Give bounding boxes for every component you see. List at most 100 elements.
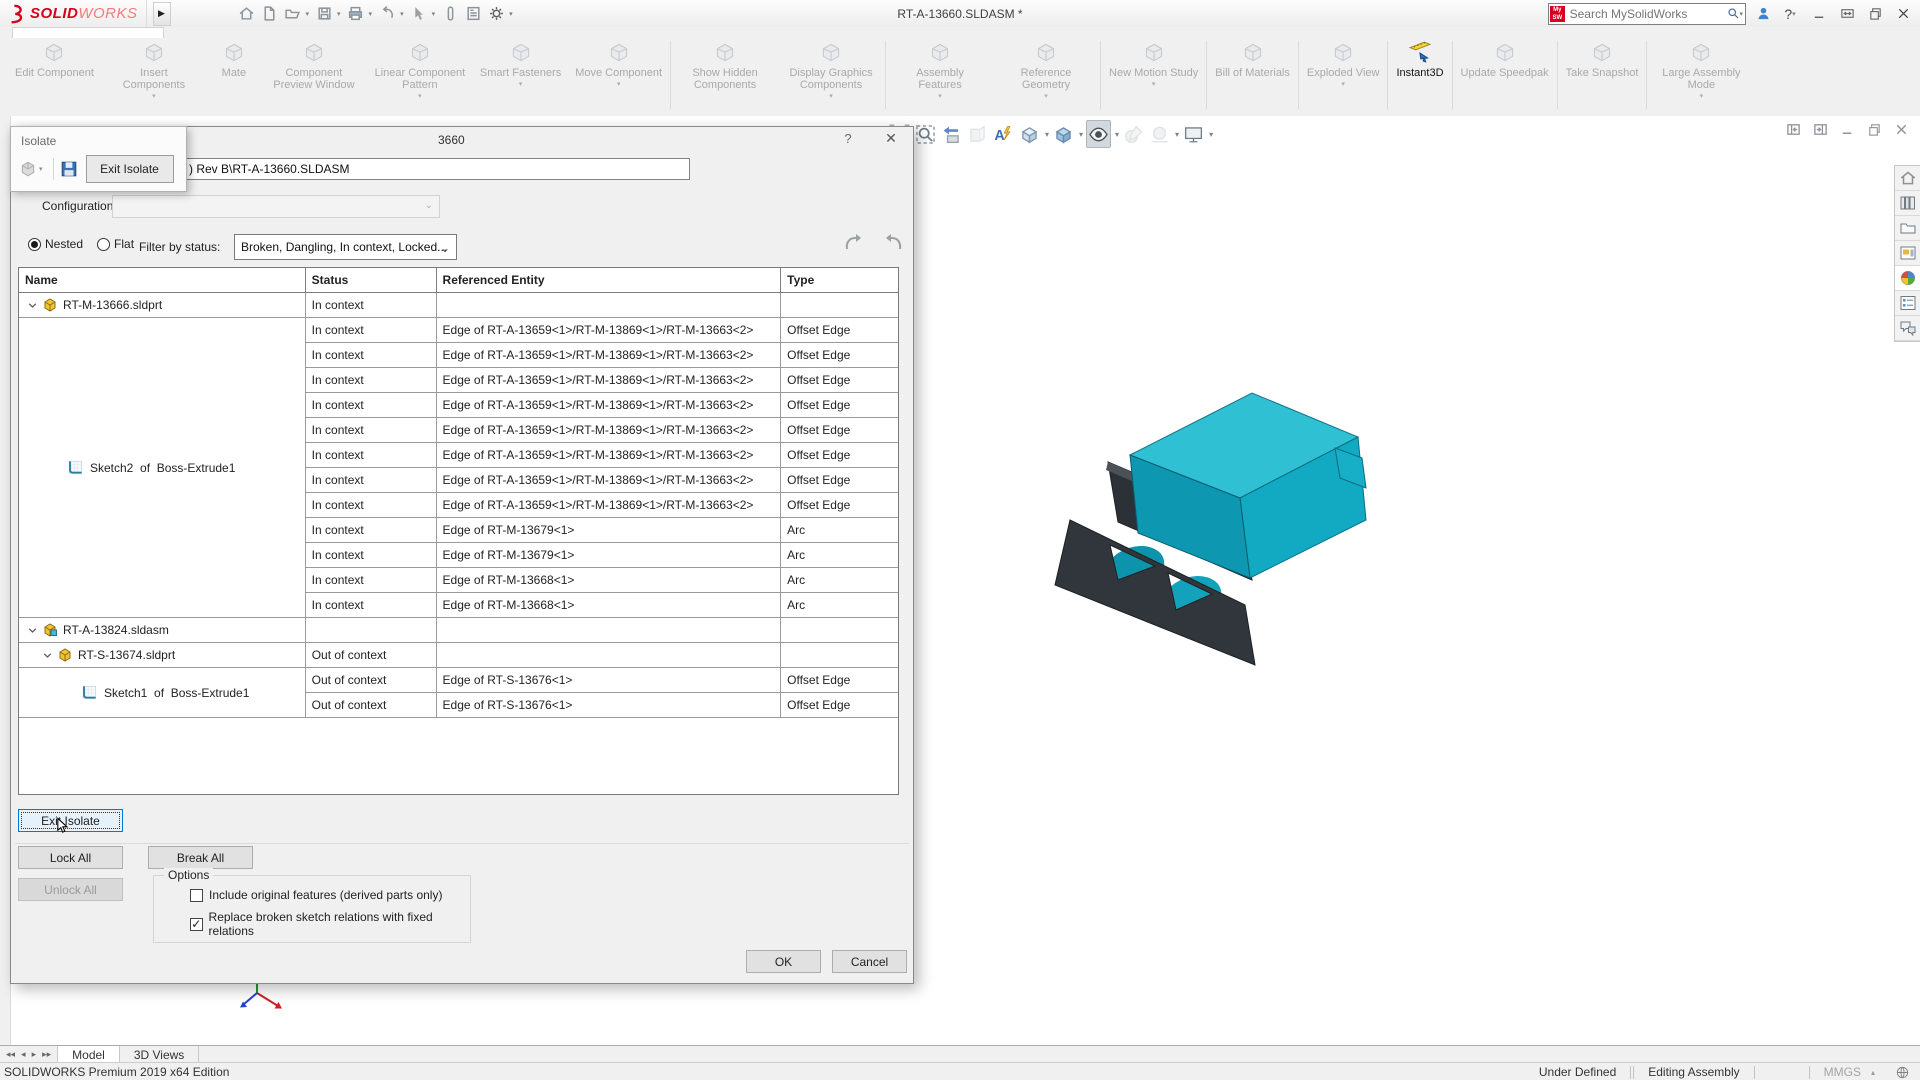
- close-button[interactable]: [1892, 3, 1914, 25]
- next-tab-icon[interactable]: ▸: [30, 1049, 39, 1060]
- task-pane-home-icon[interactable]: [1895, 166, 1920, 191]
- zoom-to-area-icon[interactable]: [914, 121, 937, 147]
- configuration-combo[interactable]: ⌄: [112, 195, 440, 218]
- view-settings-dropdown-caret[interactable]: ▾: [1209, 130, 1213, 139]
- search-box[interactable]: MySW ▾: [1548, 3, 1746, 25]
- options-gear-dropdown-caret[interactable]: ▾: [509, 10, 513, 18]
- last-tab-icon[interactable]: ▸▸: [40, 1049, 53, 1060]
- table-row[interactable]: In contextEdge of RT-A-13659<1>/RT-M-138…: [19, 493, 898, 518]
- ribbon-button-smart-fasteners[interactable]: Smart Fasteners▾: [473, 37, 568, 113]
- lock-all-button[interactable]: Lock All: [18, 846, 123, 869]
- undo-dropdown-caret[interactable]: ▾: [400, 10, 404, 18]
- ribbon-button-display-graphics-components[interactable]: Display Graphics Components▾: [778, 37, 884, 113]
- unit-system[interactable]: MMGS▴: [1810, 1063, 1889, 1080]
- options-gear-icon[interactable]: [486, 4, 506, 24]
- search-icon[interactable]: [1727, 6, 1740, 21]
- dialog-help-icon[interactable]: ?: [839, 131, 857, 146]
- search-dropdown-caret[interactable]: ▾: [1739, 10, 1743, 18]
- ribbon-button-instant3d[interactable]: Instant3D: [1389, 37, 1450, 113]
- ribbon-button-update-speedpak[interactable]: Update Speedpak: [1454, 37, 1556, 113]
- break-all-button[interactable]: Break All: [148, 846, 253, 869]
- model-3d-view[interactable]: [1040, 370, 1420, 690]
- unlock-all-button[interactable]: Unlock All: [18, 878, 123, 901]
- print-icon[interactable]: [346, 4, 366, 24]
- new-motion-study-dropdown-caret[interactable]: ▾: [1152, 80, 1156, 88]
- pane-right-icon[interactable]: [1813, 122, 1828, 140]
- first-tab-icon[interactable]: ◂◂: [4, 1049, 17, 1060]
- view-orientation-icon[interactable]: [1018, 121, 1041, 147]
- close-doc-icon[interactable]: [1894, 122, 1909, 140]
- table-row[interactable]: In contextEdge of RT-A-13659<1>/RT-M-138…: [19, 368, 898, 393]
- table-row[interactable]: RT-M-13666.sldprtIn context: [19, 293, 898, 318]
- table-row[interactable]: In contextEdge of RT-A-13659<1>/RT-M-138…: [19, 393, 898, 418]
- expand-chevron-icon[interactable]: [27, 625, 38, 636]
- tab-model[interactable]: Model: [57, 1046, 120, 1063]
- open-file-dropdown-caret[interactable]: ▾: [306, 10, 310, 18]
- select-icon[interactable]: [409, 4, 429, 24]
- minimize-doc-icon[interactable]: [1840, 122, 1855, 140]
- nested-radio[interactable]: [28, 238, 41, 251]
- print-dropdown-caret[interactable]: ▾: [369, 10, 373, 18]
- display-style-icon[interactable]: [1052, 121, 1075, 147]
- user-account-icon[interactable]: [1752, 3, 1774, 25]
- hide-show-items-icon[interactable]: [1086, 120, 1111, 148]
- include-original-features-checkbox[interactable]: [190, 889, 203, 902]
- ribbon-button-large-assembly-mode[interactable]: Large Assembly Mode▾: [1648, 37, 1754, 113]
- task-pane-forum-icon[interactable]: [1895, 316, 1920, 341]
- ribbon-button-linear-component-pattern[interactable]: Linear Component Pattern▾: [367, 37, 473, 113]
- ribbon-button-reference-geometry[interactable]: Reference Geometry▾: [993, 37, 1099, 113]
- insert-components-dropdown-caret[interactable]: ▾: [152, 92, 156, 100]
- ribbon-button-new-motion-study[interactable]: New Motion Study▾: [1102, 37, 1205, 113]
- view-settings-icon[interactable]: [1182, 121, 1205, 147]
- menu-flyout-arrow[interactable]: ▶: [153, 2, 171, 26]
- task-pane-view-palette-icon[interactable]: [1895, 241, 1920, 266]
- open-file-icon[interactable]: [283, 4, 303, 24]
- span-displays-button[interactable]: [1836, 3, 1858, 25]
- view-orientation-dropdown-caret[interactable]: ▾: [1045, 130, 1049, 139]
- ribbon-button-show-hidden-components[interactable]: Show Hidden Components: [672, 37, 778, 113]
- column-header-referenced-entity[interactable]: Referenced Entity: [437, 268, 782, 292]
- task-pane-design-library-icon[interactable]: [1895, 191, 1920, 216]
- minimize-button[interactable]: [1808, 3, 1830, 25]
- ribbon-button-take-snapshot[interactable]: Take Snapshot: [1559, 37, 1646, 113]
- globe-icon[interactable]: [1889, 1063, 1916, 1080]
- apply-scene-dropdown-caret[interactable]: ▾: [1175, 130, 1179, 139]
- ok-button[interactable]: OK: [746, 950, 821, 973]
- search-input[interactable]: [1568, 6, 1727, 22]
- smart-fasteners-dropdown-caret[interactable]: ▾: [519, 80, 523, 88]
- file-properties-icon[interactable]: [463, 4, 483, 24]
- task-pane-custom-properties-icon[interactable]: [1895, 291, 1920, 316]
- table-row[interactable]: RT-A-13824.sldasm: [19, 618, 898, 643]
- table-row[interactable]: In contextEdge of RT-M-13668<1>Arc: [19, 568, 898, 593]
- ribbon-button-bill-of-materials[interactable]: Bill of Materials: [1208, 37, 1297, 113]
- annotations-icon[interactable]: A: [992, 121, 1015, 147]
- filter-by-status-combo[interactable]: Broken, Dangling, In context, Locked...⌄: [234, 234, 457, 260]
- isolated-component-icon[interactable]: [19, 160, 37, 178]
- select-dropdown-caret[interactable]: ▾: [432, 10, 436, 18]
- help-button[interactable]: ?▾: [1780, 3, 1802, 25]
- undo-icon[interactable]: [842, 231, 868, 255]
- replace-broken-relations-checkbox[interactable]: ✓: [190, 918, 203, 931]
- isolate-dropdown-caret[interactable]: ▾: [39, 165, 43, 173]
- table-row[interactable]: In contextEdge of RT-M-13679<1>Arc: [19, 518, 898, 543]
- expand-chevron-icon[interactable]: [42, 650, 53, 661]
- dialog-close-icon[interactable]: ✕: [881, 130, 901, 147]
- undo-icon[interactable]: [377, 4, 397, 24]
- redo-icon[interactable]: [881, 231, 907, 255]
- ribbon-button-assembly-features[interactable]: Assembly Features▾: [887, 37, 993, 113]
- exit-isolate-popup-button[interactable]: Exit Isolate: [86, 155, 174, 183]
- ribbon-button-component-preview-window[interactable]: Component Preview Window: [261, 37, 367, 113]
- touch-mode-icon[interactable]: [440, 4, 460, 24]
- expand-chevron-icon[interactable]: [27, 300, 38, 311]
- task-pane-file-explorer-icon[interactable]: [1895, 216, 1920, 241]
- display-graphics-components-dropdown-caret[interactable]: ▾: [829, 92, 833, 100]
- exploded-view-dropdown-caret[interactable]: ▾: [1341, 80, 1345, 88]
- table-row[interactable]: In contextEdge of RT-M-13668<1>Arc: [19, 593, 898, 618]
- flat-radio[interactable]: [97, 238, 110, 251]
- cancel-button[interactable]: Cancel: [832, 950, 907, 973]
- previous-view-icon[interactable]: [940, 121, 963, 147]
- hide-show-items-dropdown-caret[interactable]: ▾: [1115, 130, 1119, 139]
- tab-3d-views[interactable]: 3D Views: [120, 1046, 199, 1063]
- restore-button[interactable]: [1864, 3, 1886, 25]
- ribbon-button-mate[interactable]: Mate: [207, 37, 261, 113]
